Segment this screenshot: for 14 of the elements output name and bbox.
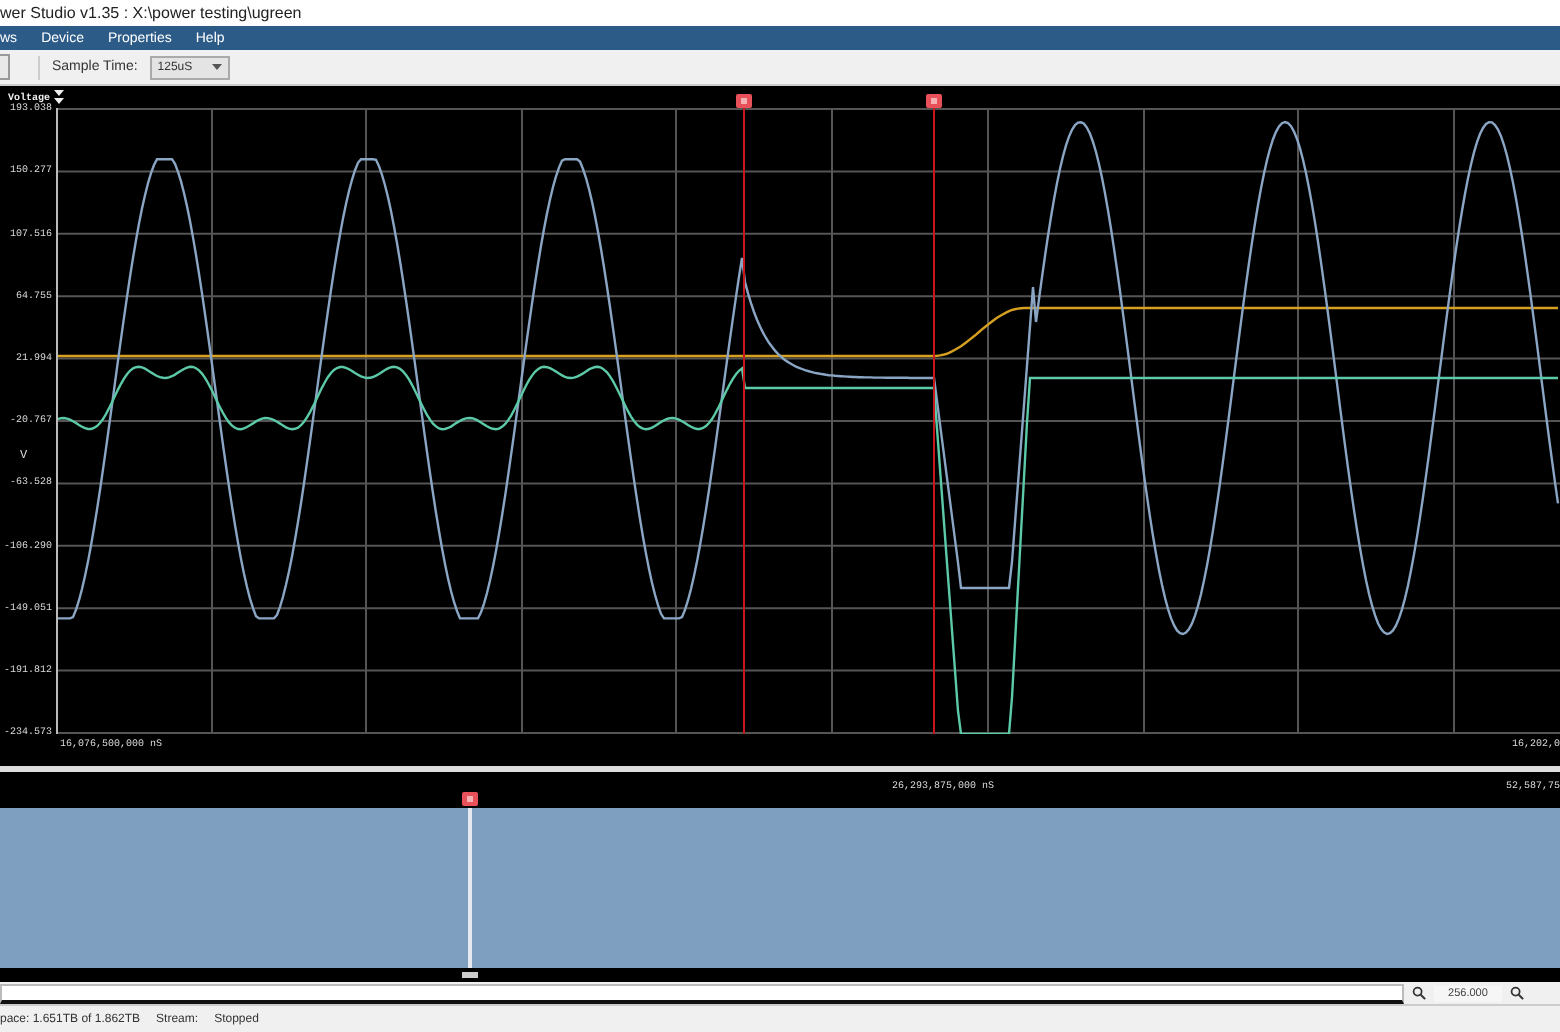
- toolbar-button[interactable]: [0, 54, 10, 80]
- marker-flag-icon[interactable]: [926, 94, 942, 108]
- zoom-out-icon[interactable]: [1510, 986, 1524, 1000]
- overview-marker-line[interactable]: [468, 808, 472, 968]
- marker-line[interactable]: [743, 108, 745, 735]
- axis-handle-icon[interactable]: [54, 90, 64, 106]
- marker-line[interactable]: [933, 108, 935, 735]
- overview-handle[interactable]: [462, 972, 478, 978]
- zoom-in-icon[interactable]: [1412, 986, 1426, 1000]
- horizontal-scrollbar[interactable]: [0, 983, 1404, 1003]
- window-title: wer Studio v1.35 : X:\power testing\ugreen: [0, 0, 1560, 26]
- caret-icon: [211, 64, 222, 70]
- marker-flag-icon[interactable]: [736, 94, 752, 108]
- marker-flag-icon[interactable]: [462, 792, 478, 806]
